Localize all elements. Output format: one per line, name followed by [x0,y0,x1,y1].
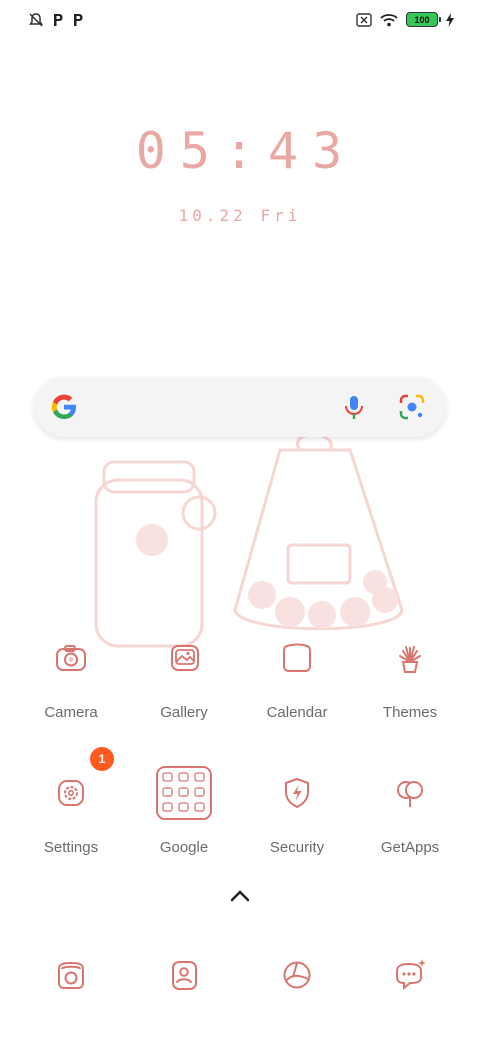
phone-icon [58,961,84,989]
battery-level: 100 [414,14,430,25]
dock-phone[interactable] [11,945,131,1005]
chevron-up-icon[interactable] [228,886,252,906]
sim-off-icon [356,12,372,27]
balloon-icon [397,781,423,807]
camera-icon [56,645,86,671]
notifications-off-icon [29,13,43,27]
app-google-folder[interactable]: Google [124,763,244,856]
calendar-icon [283,643,311,672]
app-label: Settings [43,839,99,856]
notification-badge: 1 [90,747,114,771]
app-label: Themes [382,704,438,721]
app-label: Gallery [160,704,208,721]
app-camera[interactable]: Camera [11,628,131,721]
messages-icon [396,959,426,991]
dock-messages[interactable] [350,945,470,1005]
battery-icon: 100 [406,12,441,27]
app-gallery[interactable]: Gallery [124,628,244,721]
app-label: Security [269,839,325,856]
browser-icon [283,961,311,989]
gallery-icon [171,645,199,671]
folder-icon [156,766,212,820]
app-themes[interactable]: Themes [350,628,470,721]
parking-icon [74,14,83,26]
app-label: Google [159,839,209,856]
google-g-icon [51,394,76,419]
mic-icon[interactable] [340,393,368,421]
app-getapps[interactable]: GetApps [350,763,470,856]
status-bar: 100 [0,0,480,44]
app-label: Calendar [266,704,328,721]
app-calendar[interactable]: Calendar [237,628,357,721]
clock-date[interactable]: 10.22 Fri [0,206,480,225]
lens-icon[interactable] [398,393,426,421]
app-security[interactable]: Security [237,763,357,856]
clock-time[interactable]: 05:43 [0,122,480,180]
themes-icon [399,646,421,673]
dock-contacts[interactable] [124,945,244,1005]
parking-icon [54,14,63,26]
app-label: Camera [44,704,98,721]
settings-icon [58,780,84,806]
app-settings[interactable]: Settings [11,763,131,856]
google-search-bar[interactable] [34,377,446,437]
wifi-icon [380,13,398,26]
contacts-icon [172,961,197,990]
charging-icon [446,12,454,27]
app-label: GetApps [380,839,440,856]
shield-icon [285,777,309,809]
dock-browser[interactable] [237,945,357,1005]
